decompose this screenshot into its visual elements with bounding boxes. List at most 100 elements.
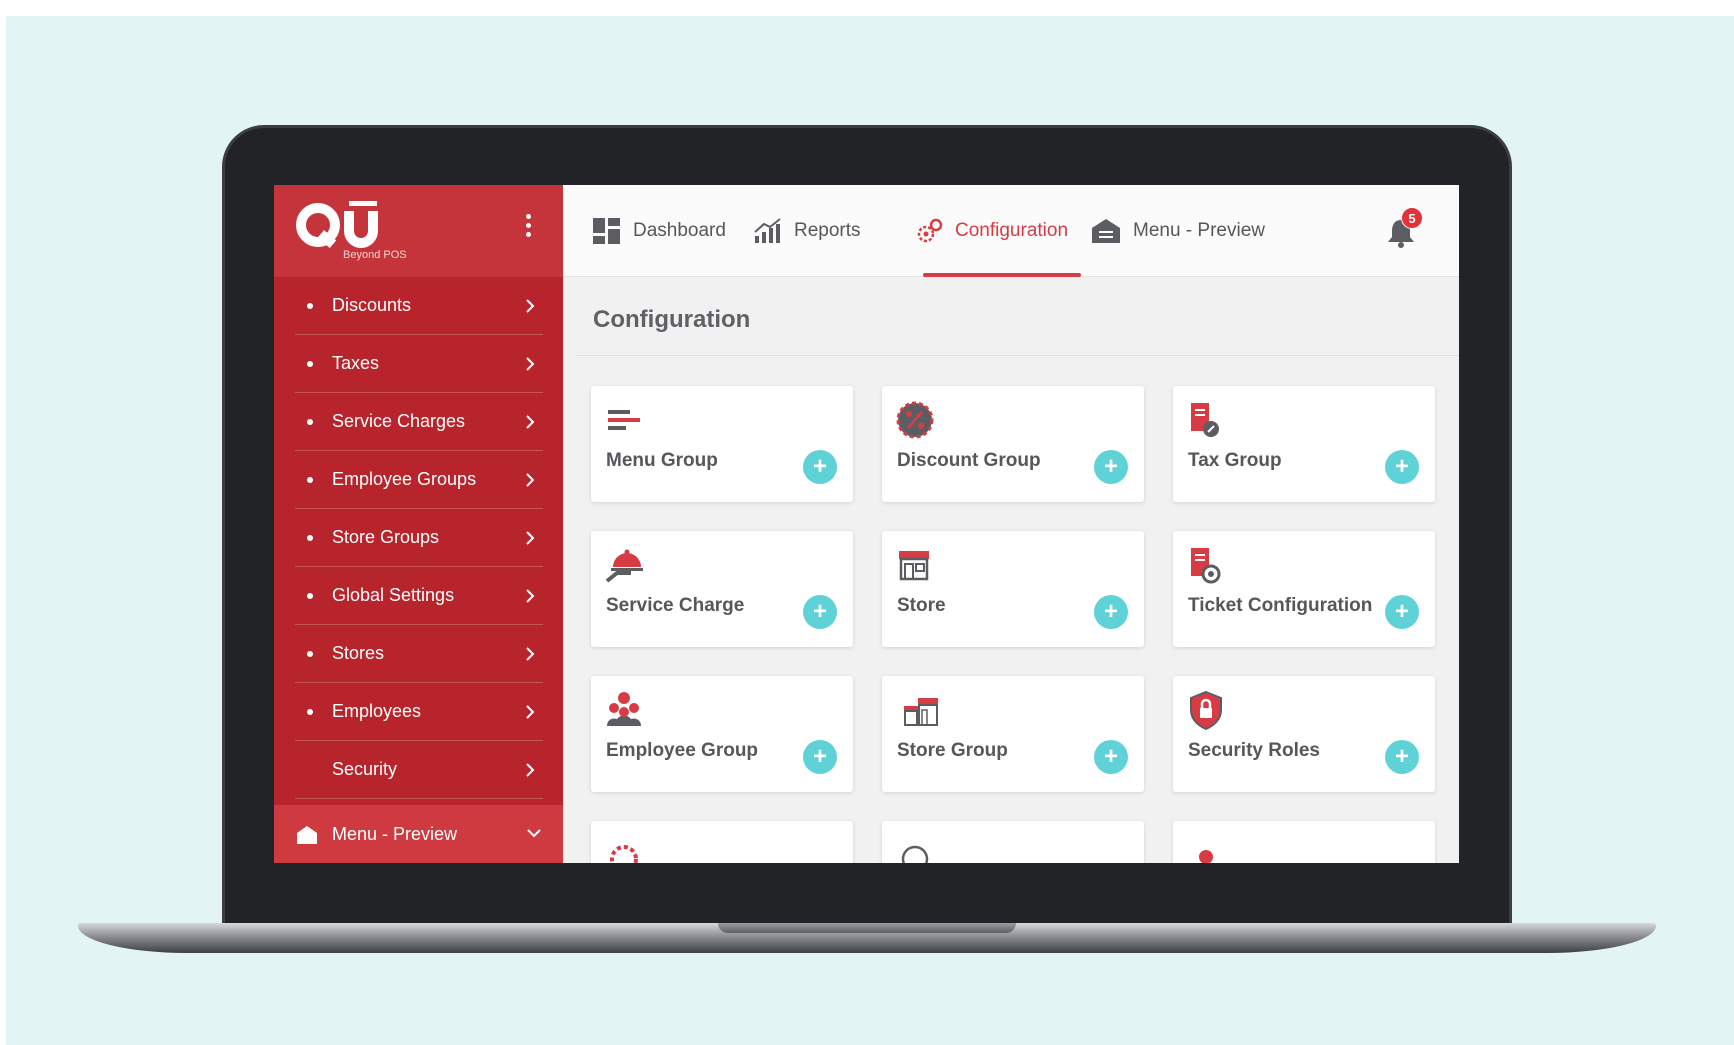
bullet-icon (307, 593, 313, 599)
chevron-right-icon (526, 647, 535, 661)
sidebar-item-stores[interactable]: Stores (295, 625, 543, 683)
sidebar-item-security[interactable]: Security (295, 741, 543, 799)
active-tab-indicator (923, 273, 1081, 277)
sidebar-item-employees[interactable]: Employees (295, 683, 543, 741)
discount-badge-icon (896, 401, 934, 439)
clock-icon (901, 845, 929, 863)
card-label: Ticket Configuration (1188, 595, 1373, 616)
tab-label: Configuration (955, 220, 1069, 241)
chevron-down-icon (527, 829, 541, 838)
sidebar-menu-preview[interactable]: Menu - Preview (274, 805, 563, 863)
sidebar-item-label: Global Settings (332, 585, 455, 605)
card-label: Store Group (897, 740, 1008, 761)
chevron-right-icon (526, 473, 535, 487)
card-label: Menu Group (606, 450, 718, 471)
card-ticket-configuration[interactable]: Ticket Configuration + (1173, 531, 1435, 647)
card-service-charge[interactable]: Service Charge + (591, 531, 853, 647)
sidebar-item-service-charges[interactable]: Service Charges (295, 393, 543, 451)
tab-dashboard[interactable]: Dashboard (593, 213, 726, 249)
notification-badge: 5 (1401, 207, 1423, 229)
bullet-icon (307, 419, 313, 425)
sidebar-footer-label: Menu - Preview (332, 824, 458, 844)
sidebar-item-global-settings[interactable]: Global Settings (295, 567, 543, 625)
bullet-icon (307, 303, 313, 309)
add-store-button[interactable]: + (1094, 595, 1128, 629)
sidebar-header: Beyond POS (274, 185, 563, 277)
tab-menu-preview[interactable]: Menu - Preview (1091, 213, 1265, 249)
card-store-group[interactable]: Store Group + (882, 676, 1144, 792)
bullet-icon (307, 709, 313, 715)
add-discount-group-button[interactable]: + (1094, 450, 1128, 484)
sidebar-item-store-groups[interactable]: Store Groups (295, 509, 543, 567)
sidebar-item-label: Discounts (332, 295, 412, 315)
add-service-charge-button[interactable]: + (803, 595, 837, 629)
chevron-right-icon (526, 763, 535, 777)
top-navigation: Dashboard Reports Configuration Menu - P… (563, 185, 1459, 277)
tab-label: Menu - Preview (1133, 220, 1265, 241)
sidebar-item-label: Security (332, 759, 398, 779)
add-menu-group-button[interactable]: + (803, 450, 837, 484)
chevron-right-icon (526, 415, 535, 429)
card-menu-group[interactable]: Menu Group + (591, 386, 853, 502)
card-partial[interactable] (882, 821, 1144, 863)
home-icon (297, 826, 317, 844)
page-title: Configuration (593, 306, 751, 333)
laptop-screen: Beyond POS Discounts Taxes Service Charg… (274, 185, 1459, 863)
kebab-menu-icon[interactable] (526, 214, 532, 238)
card-discount-group[interactable]: Discount Group + (882, 386, 1144, 502)
sidebar-item-employee-groups[interactable]: Employee Groups (295, 451, 543, 509)
chevron-right-icon (526, 705, 535, 719)
add-tax-group-button[interactable]: + (1385, 450, 1419, 484)
add-employee-group-button[interactable]: + (803, 740, 837, 774)
sidebar-item-label: Taxes (332, 353, 380, 373)
chevron-right-icon (526, 299, 535, 313)
card-label: Security Roles (1188, 740, 1320, 761)
chevron-right-icon (526, 357, 535, 371)
sidebar: Beyond POS Discounts Taxes Service Charg… (274, 185, 563, 863)
card-label: Discount Group (897, 450, 1041, 471)
card-label: Service Charge (606, 595, 745, 616)
tab-label: Dashboard (633, 220, 726, 241)
home-icon (1092, 219, 1120, 243)
tab-reports[interactable]: Reports (754, 213, 861, 249)
tax-document-icon (1191, 403, 1219, 437)
storefront-icon (899, 551, 929, 581)
card-tax-group[interactable]: Tax Group + (1173, 386, 1435, 502)
divider (576, 355, 1459, 356)
logo-tagline: Beyond POS (343, 249, 407, 261)
gears-icon (917, 218, 943, 243)
card-label: Employee Group (606, 740, 759, 761)
card-employee-group[interactable]: Employee Group + (591, 676, 853, 792)
pin-icon (1199, 850, 1213, 863)
laptop-notch (718, 923, 1016, 933)
people-group-icon (607, 692, 641, 726)
card-store[interactable]: Store + (882, 531, 1144, 647)
add-store-group-button[interactable]: + (1094, 740, 1128, 774)
stores-icon (904, 698, 938, 726)
sidebar-item-taxes[interactable]: Taxes (295, 335, 543, 393)
sidebar-item-label: Stores (332, 643, 385, 663)
tab-label: Reports (794, 220, 861, 241)
cloche-icon (605, 549, 643, 583)
main-content: Configuration Menu Group + Discount Grou… (563, 278, 1459, 863)
card-security-roles[interactable]: Security Roles + (1173, 676, 1435, 792)
ticket-settings-icon (1191, 548, 1221, 584)
bullet-icon (307, 477, 313, 483)
chevron-right-icon (526, 589, 535, 603)
bullet-icon (307, 361, 313, 367)
sidebar-item-discounts[interactable]: Discounts (295, 277, 543, 335)
gear-icon (610, 845, 638, 863)
bullet-icon (307, 535, 313, 541)
sidebar-item-label: Employee Groups (332, 469, 477, 489)
card-partial[interactable] (591, 821, 853, 863)
tab-configuration[interactable]: Configuration (917, 213, 1068, 249)
menu-lines-icon (608, 410, 640, 430)
card-partial[interactable] (1173, 821, 1435, 863)
shield-lock-icon (1190, 690, 1222, 730)
card-label: Tax Group (1188, 450, 1282, 471)
add-ticket-configuration-button[interactable]: + (1385, 595, 1419, 629)
chevron-right-icon (526, 531, 535, 545)
sidebar-item-label: Store Groups (332, 527, 440, 547)
add-security-role-button[interactable]: + (1385, 740, 1419, 774)
sidebar-nav: Discounts Taxes Service Charges Employee… (274, 277, 563, 799)
